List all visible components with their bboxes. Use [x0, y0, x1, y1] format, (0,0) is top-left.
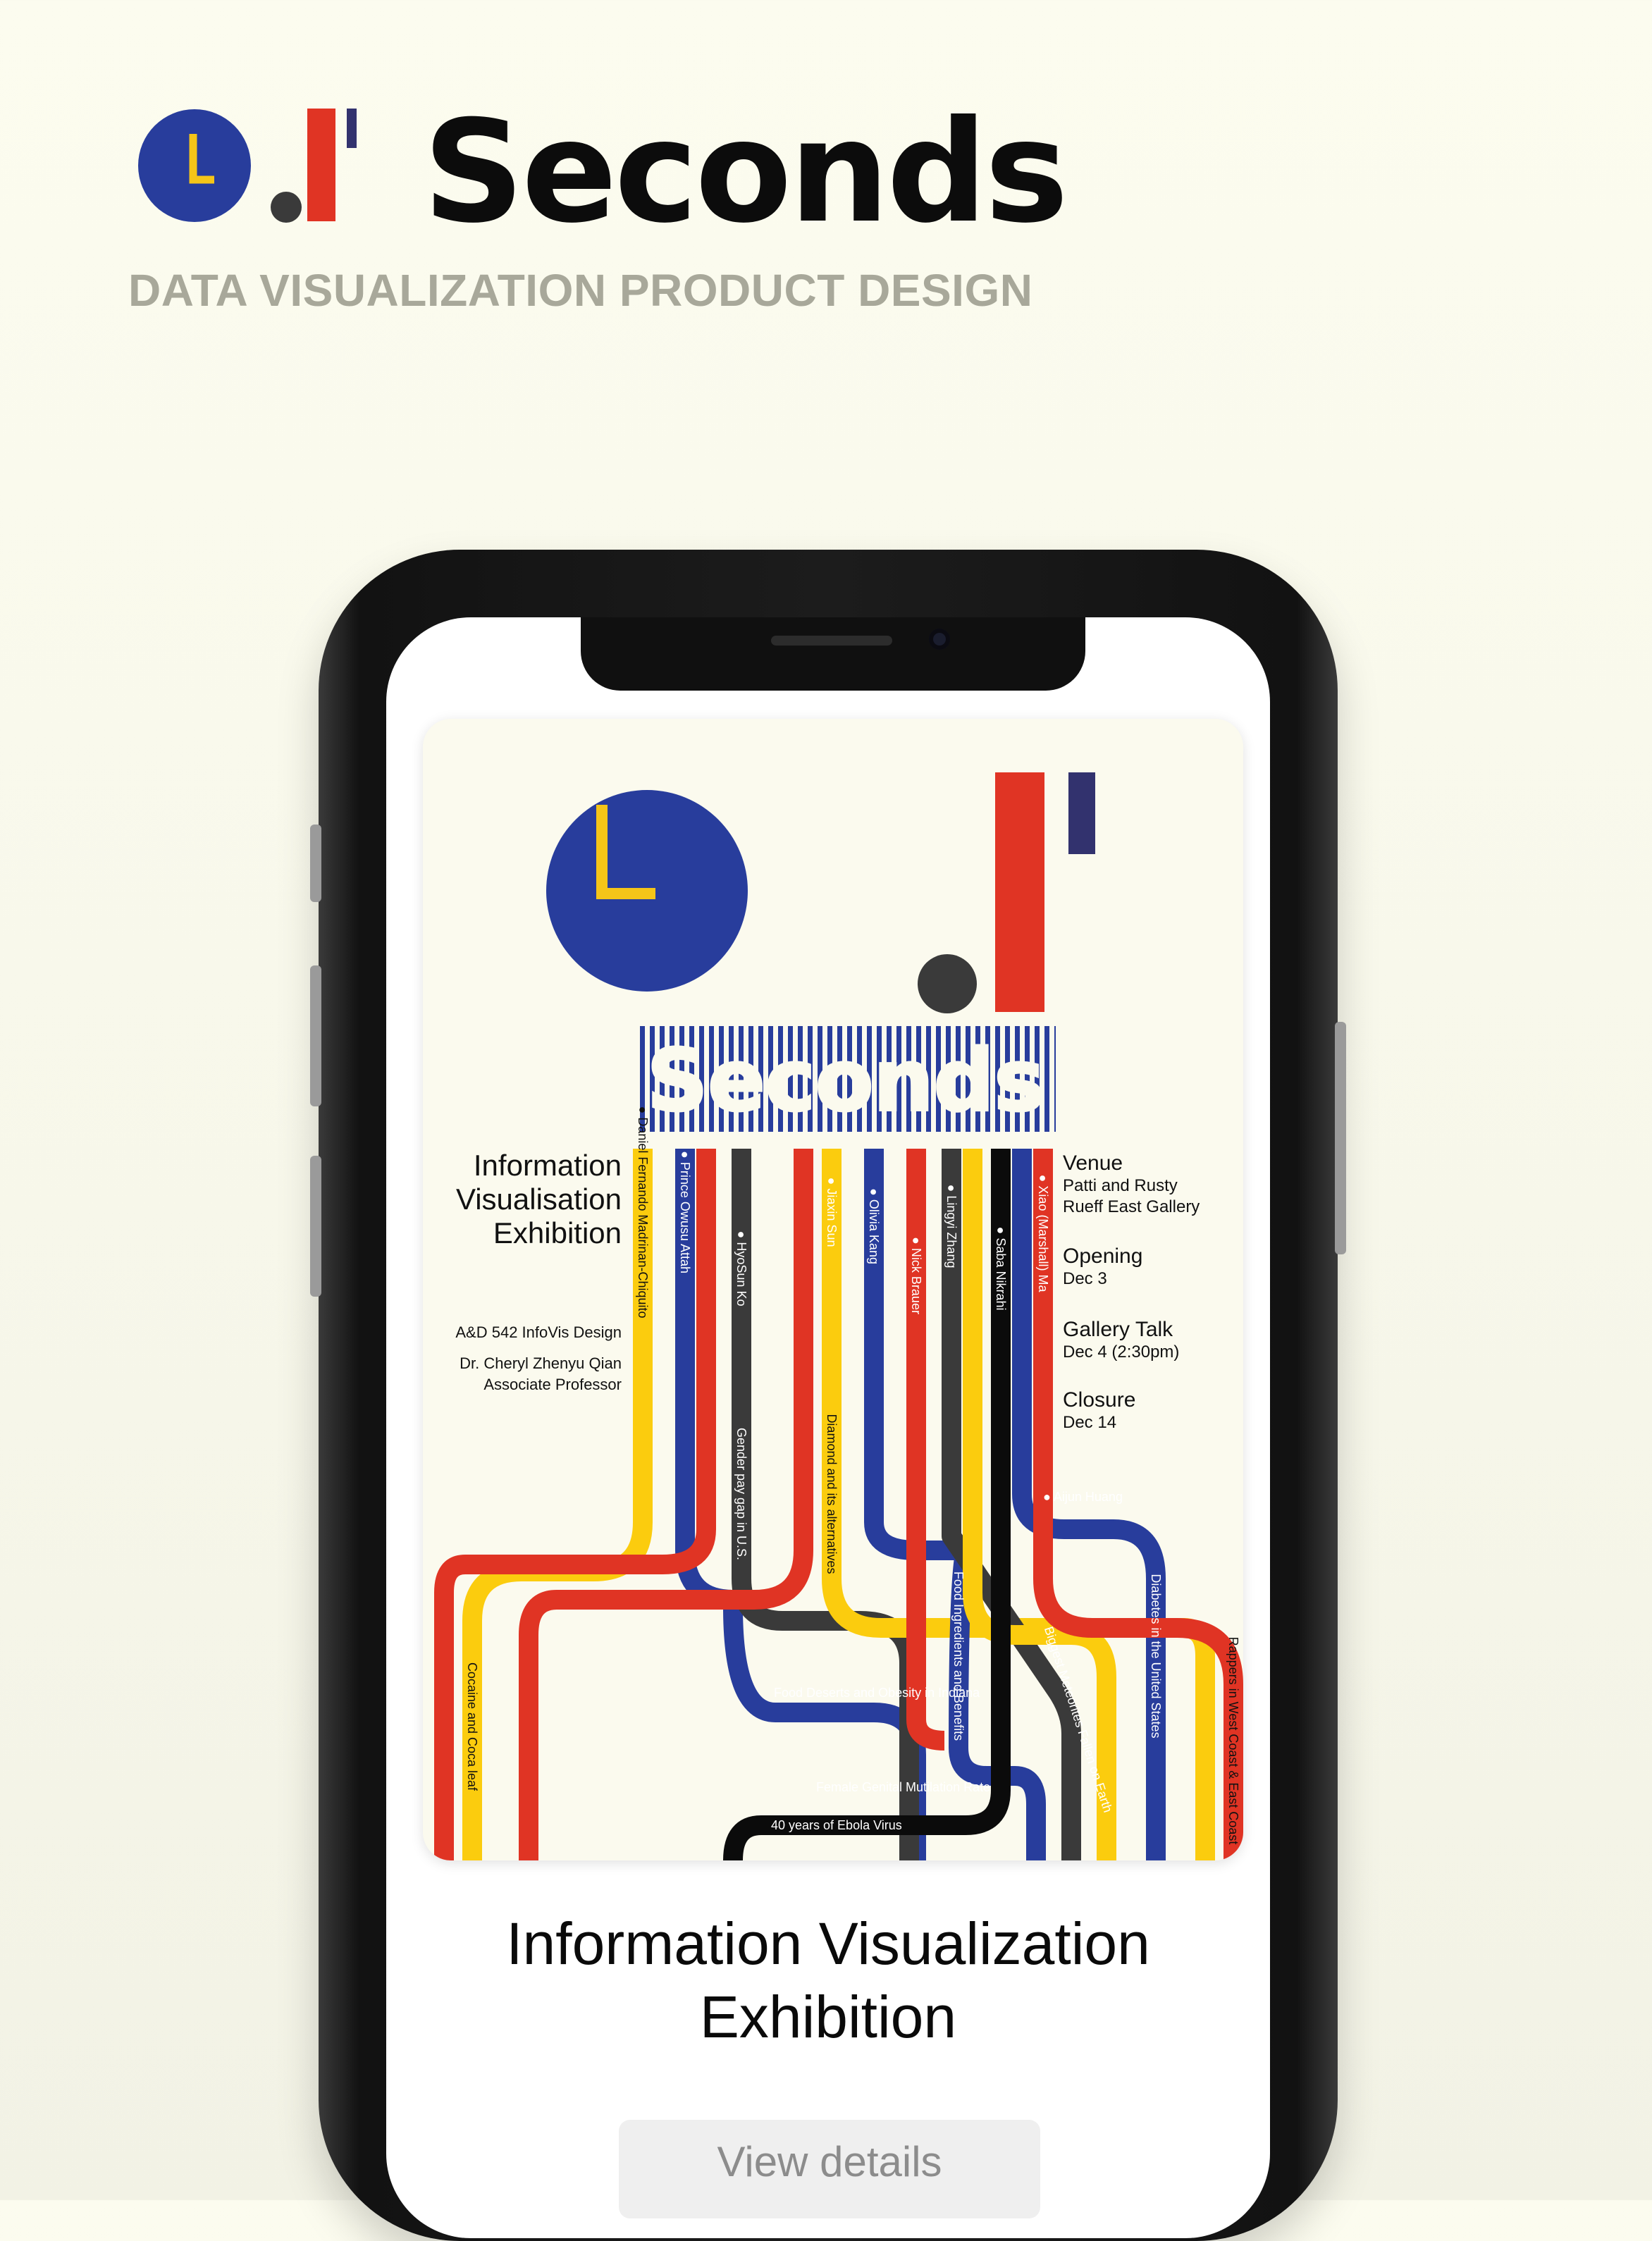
poster-event-opening: Opening Dec 3	[1063, 1245, 1143, 1288]
brand-title: Seconds	[423, 90, 1068, 254]
view-details-button[interactable]: View details	[619, 2120, 1040, 2218]
seconds-logo	[138, 109, 357, 223]
poster-line-label: 40 years of Ebola Virus	[771, 1818, 902, 1832]
phone-power-button	[1335, 1022, 1346, 1254]
poster-info-title: Information Visualisation Exhibition	[455, 1149, 622, 1249]
poster-course: A&D 542 InfoVis Design	[455, 1323, 622, 1341]
brand-subtitle: DATA VISUALIZATION PRODUCT DESIGN	[128, 265, 1033, 316]
poster-line-label: Female Genital Mutilation Rate	[816, 1780, 991, 1794]
poster-line-label: ● Nick Brauer	[909, 1237, 923, 1314]
phone-volume-up-button	[310, 965, 321, 1106]
poster-line-label: ● Olivia Kang	[867, 1188, 881, 1264]
poster-line-label: ● Aijun Huang	[1043, 1490, 1123, 1504]
phone-volume-down-button	[310, 1156, 321, 1297]
poster-line-label: ● Prince Owusu Attah	[678, 1151, 692, 1273]
poster-event-closure: Closure Dec 14	[1063, 1388, 1136, 1432]
poster-event-gallery-talk: Gallery Talk Dec 4 (2:30pm)	[1063, 1318, 1180, 1362]
poster-line-label: ● Jiaxin Sun	[825, 1177, 839, 1247]
front-camera	[929, 629, 950, 650]
poster-line-label: ● HyoSun Ko	[734, 1230, 748, 1307]
poster-line-label: ● Lingyi Zhang	[944, 1184, 958, 1268]
poster-line-label: ● Saba Nikrahi	[994, 1226, 1008, 1311]
speaker-grille	[771, 636, 892, 646]
poster-instructor-role: Associate Professor	[483, 1376, 622, 1393]
poster-instructor: Dr. Cheryl Zhenyu Qian	[460, 1354, 622, 1372]
poster-line-label: ● Daniel Fernando Madrinan-Chiquito	[636, 1106, 650, 1319]
poster-line-label: Cocaine and Coca leaf	[465, 1662, 479, 1791]
phone-notch	[581, 617, 1085, 691]
poster-wordmark: Seconds	[647, 1032, 1044, 1130]
phone-mute-switch	[310, 825, 321, 902]
poster-line-label: Rappers in West Coast & East Coast	[1226, 1636, 1240, 1845]
poster-venue: Venue Patti and Rusty Rueff East Gallery	[1063, 1152, 1200, 1216]
card-title: Information Visualization Exhibition	[506, 1910, 1150, 2050]
exhibition-poster[interactable]: Seconds Information Visualisation Exhibi…	[423, 719, 1243, 1860]
poster-line-label: Food Deserts and Obesity in Indiana	[774, 1686, 980, 1700]
poster-line-label: ● Xiao (Marshall) Ma	[1036, 1174, 1050, 1292]
poster-line-label: Food Ingredients and Benefits	[951, 1571, 966, 1741]
poster-line-label: Diamond and its alternatives	[825, 1414, 839, 1574]
poster-line-label: Gender pay gap in U.S.	[734, 1427, 748, 1561]
poster-line-label: Diabetes in the United States	[1149, 1574, 1163, 1739]
